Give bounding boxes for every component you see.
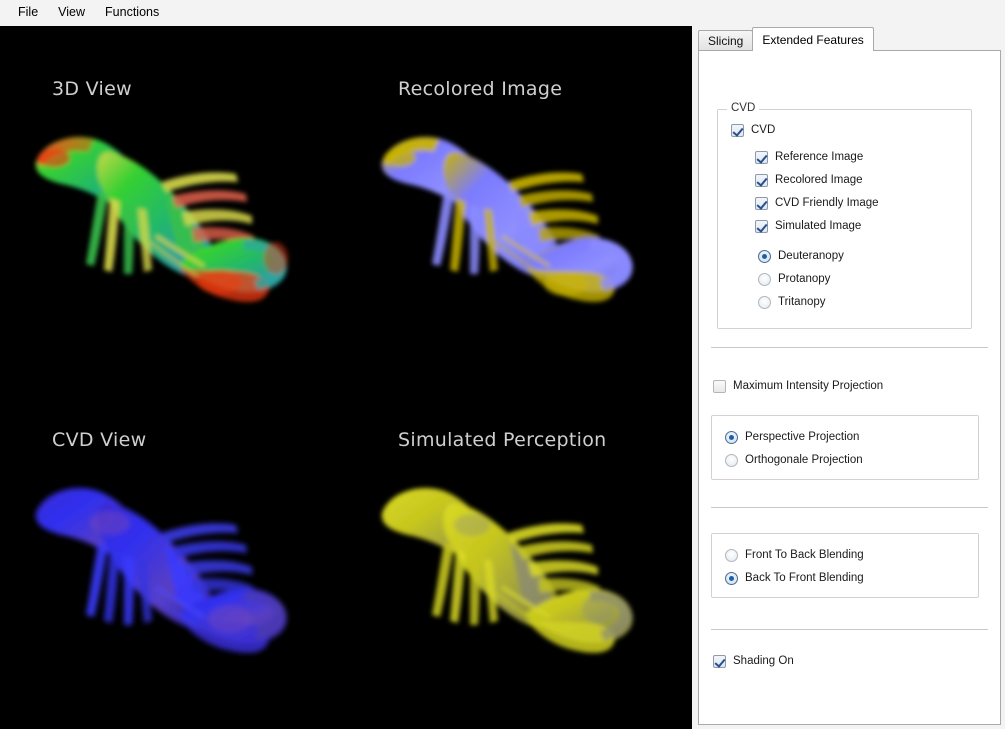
radio-front-to-back-blending[interactable]: Front To Back Blending xyxy=(725,549,864,562)
render-image-cvd-view xyxy=(14,447,334,717)
menu-bar: File View Functions xyxy=(0,0,1005,24)
radio-protanopy-dot[interactable] xyxy=(758,273,771,286)
tab-slicing[interactable]: Slicing xyxy=(698,30,754,51)
radio-back-to-front-blending-label: Back To Front Blending xyxy=(745,572,864,584)
render-image-simulated xyxy=(360,447,680,717)
render-image-recolored xyxy=(360,96,680,366)
checkbox-reference-image[interactable]: Reference Image xyxy=(755,151,863,164)
checkbox-cvd-master-label: CVD xyxy=(751,124,776,136)
menu-item-view[interactable]: View xyxy=(48,2,95,22)
checkbox-cvd-friendly-image-label: CVD Friendly Image xyxy=(775,197,879,209)
blending-group-box: Front To Back Blending Back To Front Ble… xyxy=(711,533,979,598)
radio-perspective-projection-label: Perspective Projection xyxy=(745,431,860,443)
separator-top xyxy=(711,347,988,348)
viewport-quadrant-3d-view[interactable]: 3D View xyxy=(0,26,346,377)
radio-orthogonale-projection-dot[interactable] xyxy=(725,454,738,467)
checkbox-shading-on-label: Shading On xyxy=(733,655,794,667)
separator-bottom xyxy=(711,629,988,630)
radio-front-to-back-blending-label: Front To Back Blending xyxy=(745,549,864,561)
tab-extended-features[interactable]: Extended Features xyxy=(752,27,874,51)
checkbox-recolored-image[interactable]: Recolored Image xyxy=(755,174,863,187)
radio-protanopy-label: Protanopy xyxy=(778,273,831,285)
checkbox-maximum-intensity-projection-box[interactable] xyxy=(713,380,726,393)
checkbox-cvd-friendly-image[interactable]: CVD Friendly Image xyxy=(755,197,879,210)
checkbox-recolored-image-box[interactable] xyxy=(755,174,768,187)
radio-perspective-projection-dot[interactable] xyxy=(725,431,738,444)
cvd-group-box: CVD CVD Reference Image Recolored Image … xyxy=(717,102,972,329)
checkbox-maximum-intensity-projection[interactable]: Maximum Intensity Projection xyxy=(713,380,883,393)
checkbox-reference-image-label: Reference Image xyxy=(775,151,864,163)
radio-back-to-front-blending-dot[interactable] xyxy=(725,572,738,585)
radio-perspective-projection[interactable]: Perspective Projection xyxy=(725,431,859,444)
viewport-quadrant-simulated-perception[interactable]: Simulated Perception xyxy=(346,377,692,728)
radio-deuteranopy-dot[interactable] xyxy=(758,250,771,263)
checkbox-simulated-image-label: Simulated Image xyxy=(775,220,862,232)
radio-tritanopy[interactable]: Tritanopy xyxy=(758,296,826,309)
separator-middle xyxy=(711,507,988,508)
viewport-quadrant-cvd-view[interactable]: CVD View xyxy=(0,377,346,728)
checkbox-maximum-intensity-projection-label: Maximum Intensity Projection xyxy=(733,380,884,392)
checkbox-shading-on-box[interactable] xyxy=(713,655,726,668)
radio-orthogonale-projection-label: Orthogonale Projection xyxy=(745,454,863,466)
menu-item-file[interactable]: File xyxy=(8,2,48,22)
menu-item-functions[interactable]: Functions xyxy=(95,2,169,22)
checkbox-reference-image-box[interactable] xyxy=(755,151,768,164)
application-window: File View Functions 3D View Recolored Im… xyxy=(0,0,1005,729)
projection-group-box: Perspective Projection Orthogonale Proje… xyxy=(711,415,979,480)
checkbox-simulated-image[interactable]: Simulated Image xyxy=(755,220,861,233)
radio-orthogonale-projection[interactable]: Orthogonale Projection xyxy=(725,454,863,467)
render-image-3d-view xyxy=(14,96,334,366)
tab-strip: Slicing Extended Features xyxy=(698,27,874,51)
checkbox-shading-on[interactable]: Shading On xyxy=(713,655,794,668)
viewport-quadrant-recolored-image[interactable]: Recolored Image xyxy=(346,26,692,377)
radio-tritanopy-label: Tritanopy xyxy=(778,296,826,308)
tab-page-extended-features: CVD CVD Reference Image Recolored Image … xyxy=(698,50,1001,725)
cvd-group-title: CVD xyxy=(727,102,760,114)
radio-deuteranopy[interactable]: Deuteranopy xyxy=(758,250,844,263)
checkbox-cvd-master-box[interactable] xyxy=(731,124,744,137)
radio-protanopy[interactable]: Protanopy xyxy=(758,273,830,286)
checkbox-cvd-friendly-image-box[interactable] xyxy=(755,197,768,210)
checkbox-cvd-master[interactable]: CVD xyxy=(731,124,775,137)
side-panel: Slicing Extended Features CVD CVD Refere… xyxy=(696,26,1005,729)
radio-back-to-front-blending[interactable]: Back To Front Blending xyxy=(725,572,864,585)
radio-deuteranopy-label: Deuteranopy xyxy=(778,250,844,262)
render-viewport[interactable]: 3D View Recolored Image CVD View Simulat… xyxy=(0,26,692,729)
radio-tritanopy-dot[interactable] xyxy=(758,296,771,309)
checkbox-recolored-image-label: Recolored Image xyxy=(775,174,863,186)
checkbox-simulated-image-box[interactable] xyxy=(755,220,768,233)
radio-front-to-back-blending-dot[interactable] xyxy=(725,549,738,562)
